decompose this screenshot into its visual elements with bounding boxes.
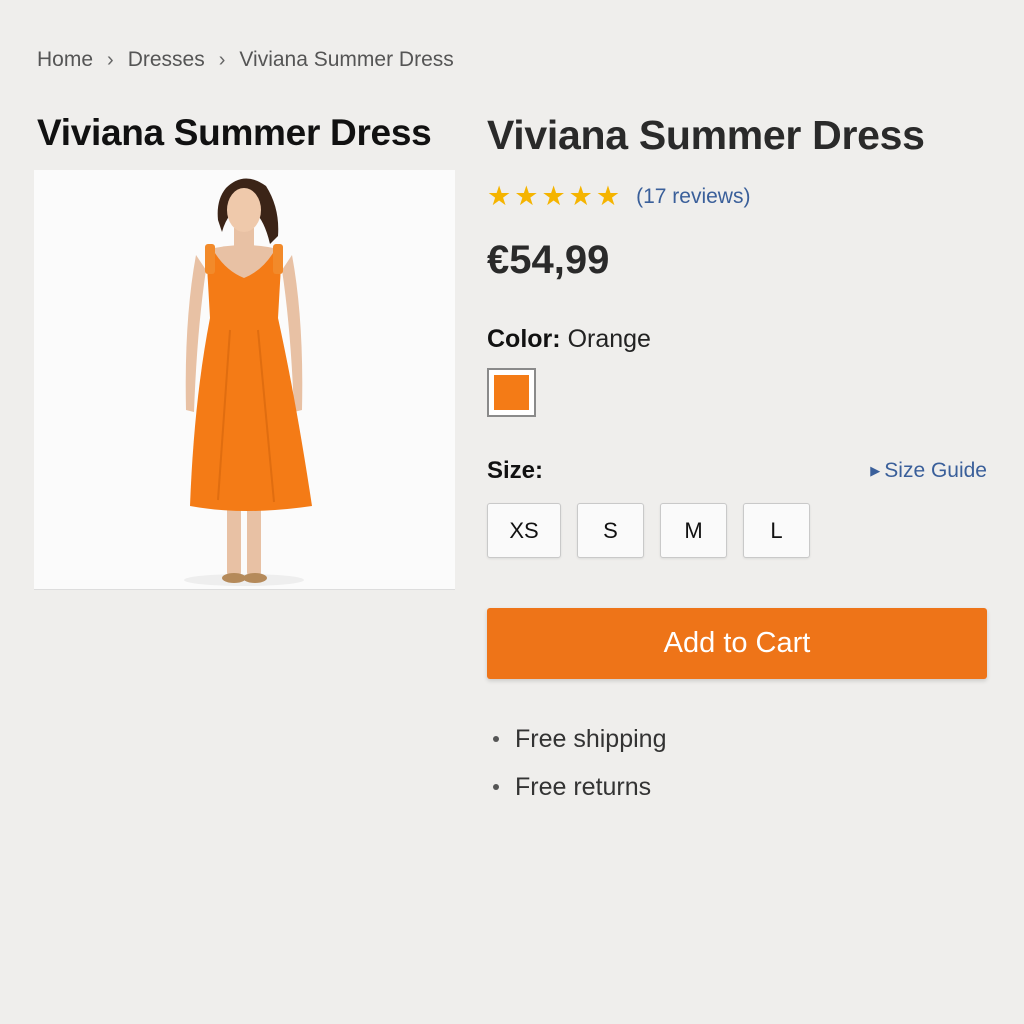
price: €54,99: [487, 238, 610, 282]
size-guide-label: Size Guide: [884, 459, 987, 482]
add-to-cart-button[interactable]: Add to Cart: [487, 608, 987, 679]
color-label: Color:: [487, 325, 561, 353]
size-option-m[interactable]: M: [660, 503, 727, 558]
color-swatch-orange[interactable]: [487, 368, 536, 417]
triangle-right-icon: ▶: [870, 463, 881, 478]
image-title: Viviana Summer Dress: [37, 112, 432, 153]
star-icon: ★: [595, 181, 621, 211]
color-row: Color: Orange: [487, 325, 987, 354]
size-header: Size: ▶ Size Guide: [487, 457, 987, 485]
swatch-fill: [494, 375, 529, 410]
bullet-icon: [493, 736, 499, 742]
size-option-s[interactable]: S: [577, 503, 644, 558]
rating: ★ ★ ★ ★ ★ (17 reviews): [487, 183, 987, 210]
product-image[interactable]: [34, 170, 455, 590]
star-rating: ★ ★ ★ ★ ★: [487, 183, 620, 210]
page-title: Viviana Summer Dress: [487, 112, 925, 158]
list-item: Free shipping: [487, 715, 987, 763]
list-item: Free returns: [487, 763, 987, 811]
breadcrumb-separator: ›: [107, 48, 114, 71]
size-guide-link[interactable]: ▶ Size Guide: [870, 459, 987, 483]
perk-text: Free shipping: [515, 724, 667, 753]
size-label: Size:: [487, 457, 544, 484]
breadcrumb: Home › Dresses › Viviana Summer Dress: [37, 48, 454, 72]
star-icon: ★: [568, 181, 593, 211]
star-icon: ★: [487, 181, 512, 211]
breadcrumb-home[interactable]: Home: [37, 48, 93, 72]
size-option-l[interactable]: L: [743, 503, 810, 558]
size-option-xs[interactable]: XS: [487, 503, 561, 558]
breadcrumb-dresses[interactable]: Dresses: [128, 48, 205, 72]
reviews-link[interactable]: (17 reviews): [636, 185, 750, 209]
perks-list: Free shipping Free returns: [487, 715, 987, 811]
bullet-icon: [493, 784, 499, 790]
product-details: Viviana Summer Dress ★ ★ ★ ★ ★ (17 revie…: [487, 112, 987, 811]
breadcrumb-separator: ›: [218, 48, 226, 71]
size-options: XS S M L: [487, 503, 987, 558]
star-icon: ★: [541, 181, 566, 211]
perk-text: Free returns: [515, 772, 652, 801]
star-icon: ★: [514, 181, 539, 211]
color-value: Orange: [567, 325, 651, 353]
breadcrumb-current: Viviana Summer Dress: [239, 48, 454, 71]
